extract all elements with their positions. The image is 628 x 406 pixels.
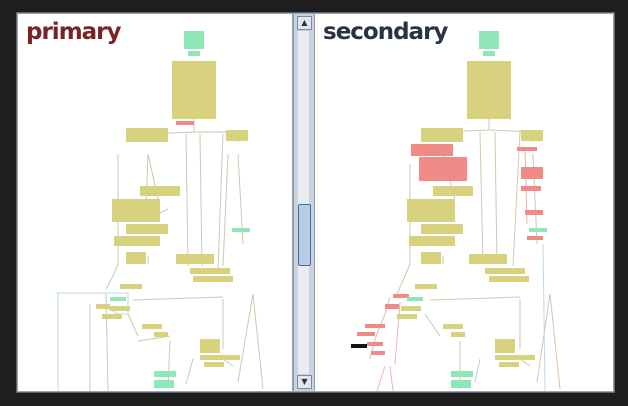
- primary-pane-title: primary: [26, 19, 122, 45]
- primary-graph-pane[interactable]: primary: [18, 14, 292, 391]
- graph-node[interactable]: [120, 284, 142, 289]
- graph-node[interactable]: [351, 344, 367, 348]
- graph-node[interactable]: [451, 380, 471, 388]
- secondary-graph-pane[interactable]: secondary: [315, 14, 613, 391]
- graph-node[interactable]: [525, 210, 543, 215]
- graph-node[interactable]: [176, 254, 214, 264]
- graph-node[interactable]: [527, 236, 543, 240]
- graph-node[interactable]: [193, 276, 233, 282]
- graph-node[interactable]: [200, 355, 240, 360]
- graph-node[interactable]: [188, 51, 200, 56]
- graph-node[interactable]: [421, 252, 441, 264]
- graph-node[interactable]: [142, 324, 162, 329]
- graph-node[interactable]: [419, 157, 467, 181]
- graph-node[interactable]: [232, 228, 250, 232]
- graph-node[interactable]: [371, 351, 385, 355]
- graph-node[interactable]: [112, 199, 160, 222]
- scroll-track[interactable]: [298, 31, 309, 374]
- graph-node[interactable]: [357, 332, 375, 336]
- graph-node[interactable]: [96, 304, 110, 309]
- graph-node[interactable]: [154, 371, 176, 377]
- pane-splitter-scrollbar[interactable]: ▲ ▼: [293, 14, 315, 391]
- graph-node[interactable]: [365, 324, 385, 328]
- graph-node[interactable]: [154, 332, 168, 337]
- graph-node[interactable]: [110, 297, 126, 301]
- graph-node[interactable]: [483, 51, 495, 56]
- graph-node[interactable]: [397, 314, 417, 319]
- scroll-down-arrow-icon[interactable]: ▼: [297, 375, 312, 389]
- graph-node[interactable]: [407, 199, 455, 222]
- primary-flow-graph[interactable]: [18, 14, 292, 391]
- graph-node[interactable]: [172, 61, 216, 119]
- graph-node[interactable]: [176, 121, 194, 125]
- graph-node[interactable]: [489, 276, 529, 282]
- graph-node[interactable]: [521, 167, 543, 179]
- graph-node[interactable]: [102, 314, 122, 319]
- graph-node[interactable]: [226, 130, 248, 141]
- graph-node[interactable]: [421, 128, 463, 142]
- graph-node[interactable]: [126, 224, 168, 234]
- graph-node[interactable]: [467, 61, 511, 119]
- secondary-highlight-edges: [542, 243, 546, 391]
- graph-node[interactable]: [393, 294, 409, 298]
- scroll-up-arrow-icon[interactable]: ▲: [297, 16, 312, 30]
- primary-nodes: [96, 31, 250, 388]
- secondary-flow-graph[interactable]: [315, 14, 613, 391]
- secondary-nodes: [351, 31, 547, 388]
- graph-node[interactable]: [190, 268, 230, 274]
- graph-node[interactable]: [485, 268, 525, 274]
- graph-node[interactable]: [469, 254, 507, 264]
- graph-node[interactable]: [126, 252, 146, 264]
- graph-node[interactable]: [443, 324, 463, 329]
- graph-node[interactable]: [407, 297, 423, 301]
- graph-node[interactable]: [401, 306, 421, 311]
- diff-viewer-window: primary ▲ ▼ secondary: [16, 12, 615, 393]
- graph-node[interactable]: [200, 339, 220, 353]
- graph-node[interactable]: [495, 355, 535, 360]
- graph-node[interactable]: [451, 371, 473, 377]
- graph-node[interactable]: [499, 362, 519, 367]
- graph-node[interactable]: [433, 186, 473, 196]
- graph-node[interactable]: [451, 332, 465, 337]
- graph-node[interactable]: [204, 362, 224, 367]
- graph-node[interactable]: [521, 186, 541, 191]
- graph-node[interactable]: [140, 186, 180, 196]
- graph-node[interactable]: [126, 128, 168, 142]
- graph-node[interactable]: [409, 236, 455, 246]
- graph-node[interactable]: [385, 304, 399, 309]
- graph-node[interactable]: [495, 339, 515, 353]
- graph-node[interactable]: [421, 224, 463, 234]
- graph-node[interactable]: [479, 31, 499, 49]
- graph-node[interactable]: [184, 31, 204, 49]
- secondary-pane-title: secondary: [323, 19, 448, 45]
- graph-node[interactable]: [521, 130, 543, 141]
- graph-node[interactable]: [411, 144, 453, 156]
- graph-node[interactable]: [529, 228, 547, 232]
- graph-node[interactable]: [517, 147, 537, 151]
- graph-node[interactable]: [415, 284, 437, 289]
- scroll-thumb[interactable]: [298, 204, 311, 266]
- graph-node[interactable]: [110, 306, 130, 311]
- graph-node[interactable]: [114, 236, 160, 246]
- graph-node[interactable]: [367, 342, 383, 346]
- graph-node[interactable]: [154, 380, 174, 388]
